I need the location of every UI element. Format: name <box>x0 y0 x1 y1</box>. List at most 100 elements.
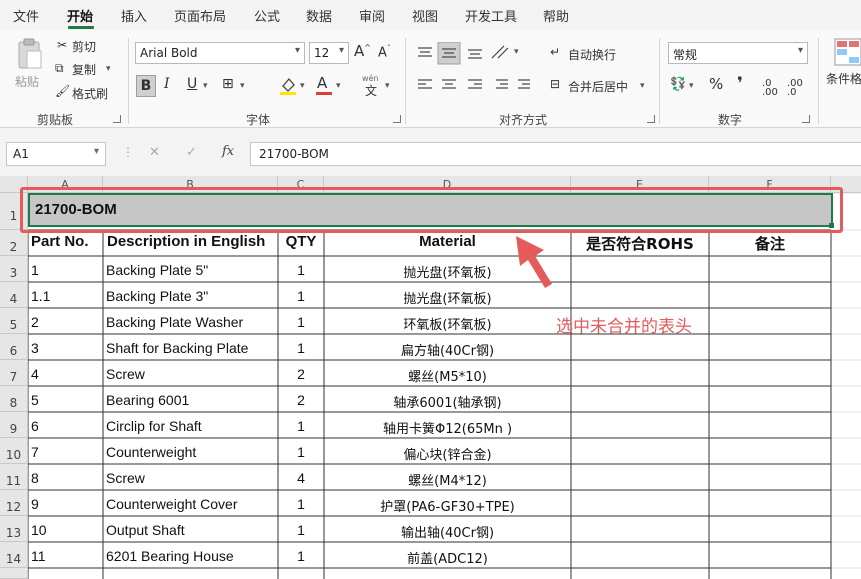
cell-material[interactable]: 扁方轴(40Cr钢) <box>324 340 571 359</box>
wrap-text-button[interactable]: 自动换行 <box>568 46 616 63</box>
row-header-7[interactable]: 7 <box>0 360 28 386</box>
cell-qty[interactable]: 1 <box>278 496 324 512</box>
cell-qty[interactable]: 1 <box>278 548 324 564</box>
cancel-icon[interactable]: ✕ <box>149 145 160 160</box>
menu-file[interactable]: 文件 <box>13 6 39 25</box>
cell-material[interactable]: 轴用卡簧Φ12(65Mn ) <box>324 418 571 437</box>
underline-dropdown-icon[interactable]: ▾ <box>203 81 208 91</box>
phonetic-icon[interactable]: 文 <box>365 82 377 99</box>
increase-decimal-icon[interactable]: .0.00 <box>762 79 778 98</box>
cell-description[interactable]: Circlip for Shaft <box>106 418 278 434</box>
menu-insert[interactable]: 插入 <box>121 6 147 25</box>
cell-qty[interactable]: 1 <box>278 340 324 356</box>
fill-dropdown-icon[interactable]: ▾ <box>300 81 305 91</box>
row-header-9[interactable]: 9 <box>0 412 28 438</box>
cell-part-no[interactable]: 3 <box>31 340 39 356</box>
cell-qty[interactable]: 1 <box>278 314 324 330</box>
font-name-select[interactable]: Arial Bold ▾ <box>135 42 305 64</box>
row-header-15[interactable] <box>0 568 28 579</box>
cell-description[interactable]: Backing Plate 5" <box>106 262 278 278</box>
cell-part-no[interactable]: 5 <box>31 392 39 408</box>
underline-button[interactable]: U <box>187 76 197 92</box>
format-painter-button[interactable]: 格式刷 <box>72 85 108 102</box>
header-remarks[interactable]: 备注 <box>709 233 831 254</box>
fill-color-icon[interactable] <box>278 74 298 96</box>
row-header-14[interactable]: 14 <box>0 542 28 568</box>
cell-description[interactable]: Shaft for Backing Plate <box>106 340 278 356</box>
cell-description[interactable]: Screw <box>106 366 278 382</box>
cell-part-no[interactable]: 8 <box>31 470 39 486</box>
row-header-8[interactable]: 8 <box>0 386 28 412</box>
copy-dropdown-icon[interactable]: ▾ <box>106 64 111 74</box>
border-dropdown-icon[interactable]: ▾ <box>240 81 245 91</box>
row-header-2[interactable]: 2 <box>0 230 28 256</box>
cell-qty[interactable]: 1 <box>278 418 324 434</box>
cell-qty[interactable]: 2 <box>278 366 324 382</box>
cell-material[interactable]: 前盖(ADC12) <box>324 548 571 567</box>
header-qty[interactable]: QTY <box>278 233 324 250</box>
cell-description[interactable]: Screw <box>106 470 278 486</box>
menu-view[interactable]: 视图 <box>412 6 438 25</box>
cell-qty[interactable]: 2 <box>278 392 324 408</box>
cell-material[interactable]: 螺丝(M5*10) <box>324 366 571 385</box>
menu-data[interactable]: 数据 <box>306 6 332 25</box>
cell-part-no[interactable]: 10 <box>31 522 47 538</box>
row-header-13[interactable]: 13 <box>0 516 28 542</box>
cell-part-no[interactable]: 1 <box>31 262 39 278</box>
font-size-select[interactable]: 12 ▾ <box>309 42 349 64</box>
copy-button[interactable]: 复制 <box>72 61 96 78</box>
cell-qty[interactable]: 1 <box>278 262 324 278</box>
cell-part-no[interactable]: 2 <box>31 314 39 330</box>
insert-function-icon[interactable]: fx <box>222 144 234 159</box>
row-header-4[interactable]: 4 <box>0 282 28 308</box>
menu-home[interactable]: 开始 <box>67 6 93 25</box>
cell-description[interactable]: Counterweight Cover <box>106 496 278 512</box>
percent-button[interactable]: % <box>709 75 723 93</box>
cell-part-no[interactable]: 7 <box>31 444 39 460</box>
enter-icon[interactable]: ✓ <box>186 145 197 160</box>
cell-part-no[interactable]: 1.1 <box>31 288 50 304</box>
merge-center-button[interactable]: 合并后居中 <box>568 78 628 95</box>
row-header-10[interactable]: 10 <box>0 438 28 464</box>
phonetic-dropdown-icon[interactable]: ▾ <box>385 81 390 91</box>
cell-description[interactable]: Output Shaft <box>106 522 278 538</box>
header-part-no[interactable]: Part No. <box>31 233 103 250</box>
cell-material[interactable]: 偏心块(锌合金) <box>324 444 571 463</box>
cell-material[interactable]: 螺丝(M4*12) <box>324 470 571 489</box>
comma-button[interactable]: ❜ <box>737 74 743 94</box>
clipboard-launcher-icon[interactable] <box>113 115 121 123</box>
formula-bar-drag-handle[interactable]: ⋮ <box>122 145 134 159</box>
cell-part-no[interactable]: 4 <box>31 366 39 382</box>
grow-font-button[interactable]: A^ <box>354 42 371 60</box>
row-header-11[interactable]: 11 <box>0 464 28 490</box>
menu-help[interactable]: 帮助 <box>543 6 569 25</box>
cell-description[interactable]: Backing Plate Washer <box>106 314 278 330</box>
menu-developer[interactable]: 开发工具 <box>465 6 517 25</box>
cell-part-no[interactable]: 6 <box>31 418 39 434</box>
bold-button[interactable]: B <box>136 75 156 97</box>
cut-button[interactable]: 剪切 <box>72 38 96 55</box>
name-box[interactable]: A1 ▾ <box>6 142 106 166</box>
paste-button[interactable]: 粘贴 <box>12 38 46 94</box>
cell-qty[interactable]: 1 <box>278 444 324 460</box>
orientation-dropdown-icon[interactable]: ▾ <box>514 47 519 57</box>
cell-material[interactable]: 护罩(PA6-GF30+TPE) <box>324 496 571 515</box>
cell-description[interactable]: 6201 Bearing House <box>106 548 278 564</box>
menu-page-layout[interactable]: 页面布局 <box>174 6 226 25</box>
alignment-launcher-icon[interactable] <box>647 115 655 123</box>
decrease-decimal-icon[interactable]: .00.0 <box>787 79 803 98</box>
border-icon[interactable]: ⊞ <box>222 76 234 92</box>
font-color-dropdown-icon[interactable]: ▾ <box>336 81 341 91</box>
cell-material[interactable]: 输出轴(40Cr钢) <box>324 522 571 541</box>
cell-qty[interactable]: 1 <box>278 522 324 538</box>
row-header-12[interactable]: 12 <box>0 490 28 516</box>
cell-description[interactable]: Bearing 6001 <box>106 392 278 408</box>
shrink-font-button[interactable]: Aˇ <box>378 44 391 60</box>
cell-qty[interactable]: 4 <box>278 470 324 486</box>
formula-input[interactable]: 21700-BOM <box>250 142 861 166</box>
number-format-select[interactable]: 常规 ▾ <box>668 42 808 64</box>
menu-formulas[interactable]: 公式 <box>254 6 280 25</box>
header-rohs[interactable]: 是否符合ROHS <box>571 233 709 254</box>
cell-description[interactable]: Backing Plate 3" <box>106 288 278 304</box>
number-launcher-icon[interactable] <box>802 115 810 123</box>
